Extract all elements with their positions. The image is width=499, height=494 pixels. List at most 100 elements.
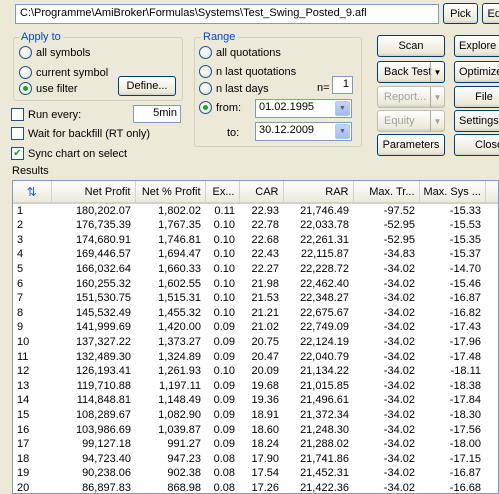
sort-column-header[interactable]: ⇅ xyxy=(13,181,52,204)
table-row[interactable]: 19 90,238.06 902.38 0.08 17.54 21,452.31 -34.0… xyxy=(13,466,498,481)
radio-current-symbol[interactable]: current symbol xyxy=(19,66,108,79)
table-row[interactable]: 5 166,032.64 1,660.33 0.10 22.27 22,228.72 -34… xyxy=(13,262,498,277)
cell-row-index: 5 xyxy=(17,263,24,276)
radio-button-selected[interactable] xyxy=(19,82,32,95)
cell-r-value: 1 xyxy=(485,422,498,437)
results-table[interactable]: ⇅ Net Profit Net % Profit Ex... CAR RAR … xyxy=(12,180,499,494)
radio-button[interactable] xyxy=(199,82,212,95)
table-row[interactable]: 8 145,532.49 1,455.32 0.10 21.21 22,675.67 -34… xyxy=(13,306,498,321)
chevron-down-icon[interactable]: ▼ xyxy=(430,111,444,131)
table-row[interactable]: 16 103,986.69 1,039.87 0.09 18.60 21,248.30 -3… xyxy=(13,422,498,437)
wait-backfill-checkbox[interactable] xyxy=(11,127,24,140)
cell-net-profit: 119,710.88 xyxy=(76,379,131,392)
table-row[interactable]: 1 180,202.07 1,802.02 0.11 22.93 21,746.49 -97… xyxy=(13,203,498,218)
cell-exposure: 0.10 xyxy=(213,292,235,305)
table-row[interactable]: 13 119,710.88 1,197.11 0.09 19.68 21,015.85 -3… xyxy=(13,379,498,394)
table-row[interactable]: 12 126,193.41 1,261.93 0.10 20.09 21,134.22 -3… xyxy=(13,364,498,379)
equity-button[interactable]: Equity ▼ xyxy=(377,110,445,132)
table-row[interactable]: 7 151,530.75 1,515.31 0.10 21.53 22,348.27 -34… xyxy=(13,291,498,306)
column-header-max-sys-dd[interactable]: Max. Sys ... xyxy=(419,181,486,204)
radio-n-last-days[interactable]: n last days xyxy=(199,82,269,95)
cell-max-sys-dd: -15.46 xyxy=(449,277,481,290)
cell-net-profit: 108,289.67 xyxy=(75,409,131,422)
cell-max-sys-dd: -18.38 xyxy=(449,379,481,392)
cell-max-sys-dd: -18.00 xyxy=(449,438,481,451)
cell-car: 22.27 xyxy=(251,263,279,276)
cell-car: 20.75 xyxy=(251,336,279,349)
edit-button[interactable]: Edit xyxy=(482,3,499,24)
define-button[interactable]: Define... xyxy=(118,76,176,96)
parameters-button[interactable]: Parameters xyxy=(377,134,445,156)
formula-path-field[interactable]: C:\Programme\AmiBroker\Formulas\Systems\… xyxy=(15,4,439,24)
column-header-r[interactable]: R xyxy=(485,181,498,204)
column-header-exposure[interactable]: Ex... xyxy=(205,181,240,204)
radio-from[interactable]: from: xyxy=(199,101,241,114)
pick-button[interactable]: Pick xyxy=(443,3,478,24)
radio-button-selected[interactable] xyxy=(199,101,212,114)
radio-label: all quotations xyxy=(216,46,281,59)
cell-row-index: 18 xyxy=(17,452,30,465)
table-row[interactable]: 3 174,680.91 1,746.81 0.10 22.68 22,261.31 -52… xyxy=(13,233,498,248)
cell-max-sys-dd: -16.82 xyxy=(449,306,481,319)
cell-max-sys-dd: -16.87 xyxy=(449,467,481,480)
file-button[interactable]: File xyxy=(454,86,499,108)
cell-rar: 22,261.31 xyxy=(300,233,349,246)
cell-max-trade-dd: -34.02 xyxy=(383,394,415,407)
table-row[interactable]: 10 137,327.22 1,373.27 0.09 20.75 22,124.19 -3… xyxy=(13,335,498,350)
cell-net-pct-profit: 1,767.35 xyxy=(158,219,201,232)
cell-max-sys-dd: -18.30 xyxy=(449,409,481,422)
run-every-interval-field[interactable]: 5min xyxy=(133,105,181,123)
radio-button[interactable] xyxy=(19,46,32,59)
wait-backfill-checkbox-row[interactable]: Wait for backfill (RT only) xyxy=(11,127,150,140)
cell-car: 22.43 xyxy=(251,248,279,261)
sync-chart-label: Sync chart on select xyxy=(28,147,128,160)
explore-button[interactable]: Explore xyxy=(454,35,499,57)
chevron-down-icon[interactable]: ▼ xyxy=(335,124,350,139)
table-row[interactable]: 18 94,723.40 947.23 0.08 17.90 21,741.86 -34.0… xyxy=(13,452,498,467)
sync-chart-checkbox[interactable]: ✔ xyxy=(11,147,24,160)
cell-net-pct-profit: 902.38 xyxy=(167,467,201,480)
report-button[interactable]: Report... ▼ xyxy=(377,86,445,108)
column-header-rar[interactable]: RAR xyxy=(283,181,354,204)
table-row[interactable]: 2 176,735.39 1,767.35 0.10 22.78 22,033.78 -52… xyxy=(13,218,498,233)
table-row[interactable]: 11 132,489.30 1,324.89 0.09 20.47 22,040.79 -3… xyxy=(13,349,498,364)
table-row[interactable]: 4 169,446.57 1,694.47 0.10 22.43 22,115.87 -34… xyxy=(13,247,498,262)
close-button[interactable]: Close xyxy=(454,134,499,156)
column-header-max-trade-dd[interactable]: Max. Tr... xyxy=(353,181,420,204)
back-test-button[interactable]: Back Test ▼ xyxy=(377,61,445,83)
optimize-button[interactable]: Optimize xyxy=(454,61,499,83)
cell-max-sys-dd: -17.43 xyxy=(449,321,481,334)
cell-r-value: 1 xyxy=(485,481,498,493)
run-every-checkbox[interactable] xyxy=(11,108,24,121)
radio-button[interactable] xyxy=(199,46,212,59)
radio-all-quotations[interactable]: all quotations xyxy=(199,46,281,59)
table-row[interactable]: 9 141,999.69 1,420.00 0.09 21.02 22,749.09 -34… xyxy=(13,320,498,335)
column-header-net-profit[interactable]: Net Profit xyxy=(51,181,136,204)
settings-button[interactable]: Settings xyxy=(454,110,499,132)
chevron-down-icon[interactable]: ▼ xyxy=(335,101,350,116)
table-row[interactable]: 14 114,848.81 1,148.49 0.09 19.36 21,496.61 -3… xyxy=(13,393,498,408)
scan-button[interactable]: Scan xyxy=(377,35,445,57)
table-row[interactable]: 15 108,289.67 1,082.90 0.09 18.91 21,372.34 -3… xyxy=(13,408,498,423)
table-row[interactable]: 20 86,897.83 868.98 0.08 17.26 21,422.36 -34.0… xyxy=(13,481,498,494)
column-header-car[interactable]: CAR xyxy=(239,181,284,204)
table-row[interactable]: 6 160,255.32 1,602.55 0.10 21.98 22,462.40 -34… xyxy=(13,276,498,291)
to-date-picker[interactable]: 30.12.2009 ▼ xyxy=(255,122,352,141)
table-row[interactable]: 17 99,127.18 991.27 0.09 18.24 21,288.02 -34.0… xyxy=(13,437,498,452)
radio-use-filter[interactable]: use filter xyxy=(19,82,78,95)
run-every-checkbox-row[interactable]: Run every: xyxy=(11,108,81,121)
column-header-net-pct-profit[interactable]: Net % Profit xyxy=(135,181,206,204)
sync-chart-checkbox-row[interactable]: ✔ Sync chart on select xyxy=(11,147,127,160)
radio-button[interactable] xyxy=(19,66,32,79)
from-date-picker[interactable]: 01.02.1995 ▼ xyxy=(255,99,352,118)
radio-n-last-quotations[interactable]: n last quotations xyxy=(199,65,296,78)
chevron-down-icon[interactable]: ▼ xyxy=(430,62,444,82)
radio-all-symbols[interactable]: all symbols xyxy=(19,46,90,59)
radio-label: current symbol xyxy=(36,66,109,79)
chevron-down-icon[interactable]: ▼ xyxy=(430,87,444,107)
cell-max-trade-dd: -34.02 xyxy=(383,409,415,422)
cell-exposure: 0.08 xyxy=(213,481,235,494)
cell-r-value: 1 xyxy=(485,408,498,423)
n-value-field[interactable]: 1 xyxy=(332,76,353,94)
radio-button[interactable] xyxy=(199,65,212,78)
